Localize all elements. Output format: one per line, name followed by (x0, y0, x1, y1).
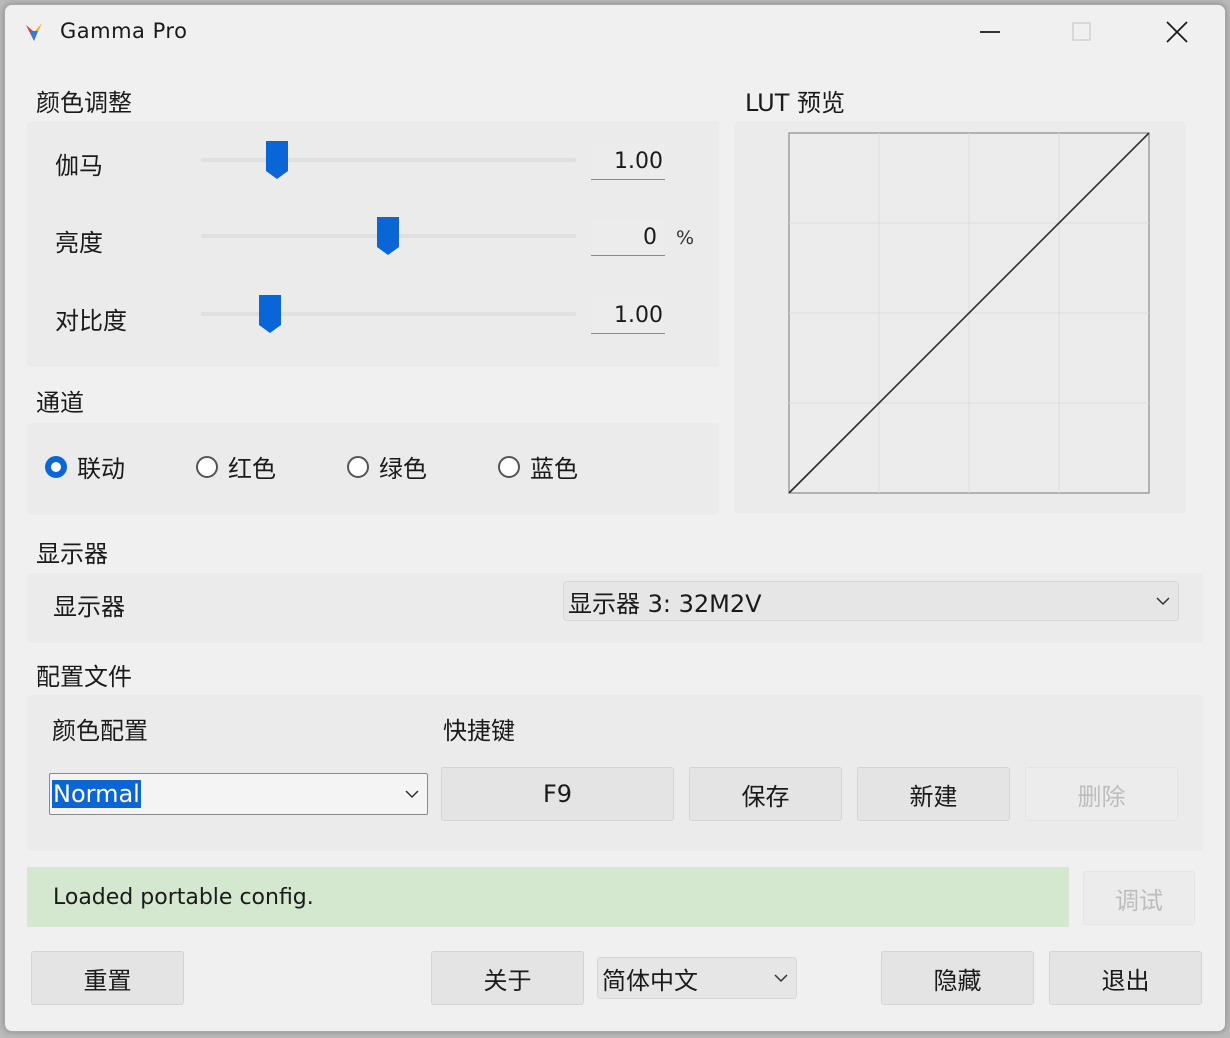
window-title: Gamma Pro (60, 19, 188, 43)
radio-unchecked-icon (196, 455, 218, 478)
lut-preview-title: LUT 预览 (745, 89, 846, 117)
color-adjust-title: 颜色调整 (36, 89, 132, 117)
color-profile-select-value: Normal (52, 780, 141, 808)
brightness-unit: % (676, 227, 695, 249)
new-button[interactable]: 新建 (857, 767, 1010, 821)
about-button[interactable]: 关于 (431, 951, 584, 1005)
gamma-label: 伽马 (55, 152, 103, 180)
display-label: 显示器 (53, 593, 125, 621)
gamma-pro-window: Gamma Pro 颜色调整 伽马 1.00 亮度 0 % 对比度 1.00 L… (4, 4, 1226, 1032)
status-bar: Loaded portable config. (27, 867, 1069, 927)
channel-radio-linked[interactable]: 联动 (45, 449, 125, 484)
brightness-slider-thumb[interactable] (377, 217, 399, 255)
brightness-value-field[interactable]: 0 (591, 220, 665, 256)
color-config-label: 颜色配置 (52, 717, 148, 745)
chevron-down-icon (766, 958, 796, 998)
hotkey-button[interactable]: F9 (441, 767, 674, 821)
minimize-button[interactable] (945, 5, 1035, 63)
radio-unchecked-icon (498, 455, 520, 478)
language-select[interactable]: 简体中文 (597, 957, 797, 999)
channel-radio-linked-label: 联动 (77, 455, 125, 483)
channel-radio-red-label: 红色 (228, 455, 276, 483)
display-title: 显示器 (36, 540, 108, 568)
reset-button[interactable]: 重置 (31, 951, 184, 1005)
exit-button[interactable]: 退出 (1049, 951, 1202, 1005)
gamma-value-field[interactable]: 1.00 (591, 144, 665, 180)
channel-radio-blue-label: 蓝色 (530, 455, 578, 483)
contrast-value-field[interactable]: 1.00 (591, 298, 665, 334)
color-profile-select[interactable]: Normal (49, 773, 428, 815)
delete-button: 删除 (1025, 767, 1178, 821)
radio-unchecked-icon (347, 455, 369, 478)
app-logo-icon (21, 19, 47, 45)
channel-title: 通道 (36, 389, 84, 417)
chevron-down-icon (1148, 582, 1178, 620)
channel-radio-green[interactable]: 绿色 (347, 449, 427, 484)
contrast-slider-track[interactable] (201, 312, 576, 316)
display-select[interactable]: 显示器 3: 32M2V (563, 581, 1179, 621)
channel-radio-red[interactable]: 红色 (196, 449, 276, 484)
gamma-slider-thumb[interactable] (266, 141, 288, 179)
brightness-label: 亮度 (55, 229, 103, 257)
hide-button[interactable]: 隐藏 (881, 951, 1034, 1005)
language-select-value: 简体中文 (602, 966, 698, 995)
maximize-button (1037, 5, 1127, 63)
hotkey-label: 快捷键 (443, 717, 515, 745)
close-button[interactable] (1132, 5, 1222, 63)
save-button[interactable]: 保存 (689, 767, 842, 821)
close-icon (1165, 20, 1189, 48)
radio-checked-icon (45, 455, 67, 478)
lut-curve-chart (788, 132, 1150, 494)
chevron-down-icon (397, 774, 427, 814)
status-text: Loaded portable config. (53, 884, 314, 910)
channel-radio-green-label: 绿色 (379, 455, 427, 483)
profile-title: 配置文件 (36, 663, 132, 691)
gamma-slider-track[interactable] (201, 158, 576, 162)
minimize-icon (979, 21, 1001, 47)
display-select-value: 显示器 3: 32M2V (568, 589, 762, 618)
channel-radio-blue[interactable]: 蓝色 (498, 449, 578, 484)
maximize-icon (1071, 21, 1093, 47)
contrast-slider-thumb[interactable] (259, 295, 281, 333)
contrast-label: 对比度 (55, 307, 127, 335)
debug-button: 调试 (1083, 871, 1195, 925)
